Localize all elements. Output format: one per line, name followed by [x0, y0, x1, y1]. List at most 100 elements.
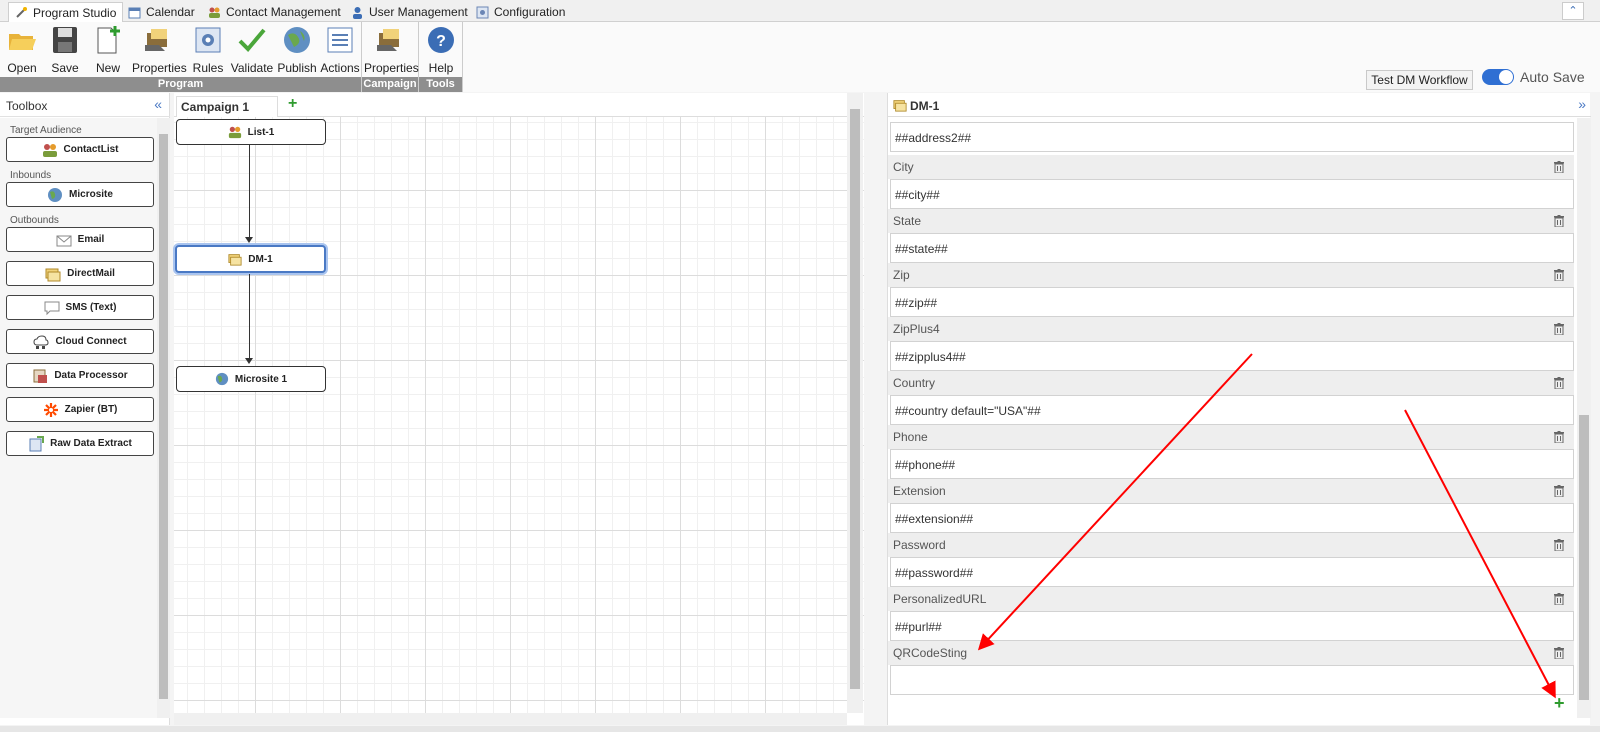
field-input-zipplus4[interactable]: ##zipplus4##	[890, 341, 1574, 371]
rules-label: Rules	[192, 61, 224, 75]
trash-icon[interactable]	[1554, 269, 1564, 281]
expand-right-icon[interactable]: »	[1578, 96, 1586, 112]
canvas-vertical-scrollbar[interactable]	[847, 93, 863, 713]
address2-field[interactable]: ##address2##	[890, 122, 1574, 152]
field-label-text: QRCodeSting	[893, 646, 968, 660]
open-button[interactable]: Open	[0, 25, 44, 75]
new-button[interactable]: New	[86, 25, 130, 75]
test-dm-workflow-button[interactable]: Test DM Workflow	[1366, 70, 1473, 90]
toolbox-item-contactlist[interactable]: ContactList	[6, 137, 154, 162]
tab-campaign-1[interactable]: Campaign 1	[176, 96, 278, 117]
tab-program-studio[interactable]: Program Studio	[8, 2, 124, 22]
item-label: SMS (Text)	[65, 302, 117, 313]
add-campaign-button[interactable]: +	[288, 95, 297, 113]
program-group-label: Program	[0, 77, 361, 92]
node-microsite-1[interactable]: Microsite 1	[176, 366, 326, 392]
field-input-password[interactable]: ##password##	[890, 557, 1574, 587]
campaign-properties-button[interactable]: Properties	[364, 25, 419, 75]
trash-icon[interactable]	[1554, 593, 1564, 605]
properties-hand-icon	[377, 29, 399, 51]
add-field-button[interactable]: +	[1554, 693, 1565, 714]
trash-icon[interactable]	[1554, 161, 1564, 173]
campaign-group: Properties Campaign	[362, 22, 419, 92]
new-label: New	[95, 61, 120, 75]
toolbox-item-cloud-connect[interactable]: Cloud Connect	[6, 329, 154, 354]
rules-button[interactable]: Rules	[186, 25, 230, 75]
user-icon	[353, 6, 362, 19]
node-list-1[interactable]: List-1	[176, 119, 326, 145]
field-input-city[interactable]: ##city##	[890, 179, 1574, 209]
toolbox-item-zapier[interactable]: Zapier (BT)	[6, 397, 154, 422]
contacts-icon	[42, 143, 57, 157]
tab-calendar[interactable]: Calendar	[122, 2, 201, 22]
field-label-city: City	[888, 155, 1574, 179]
trash-icon[interactable]	[1554, 485, 1564, 497]
field-input-zip[interactable]: ##zip##	[890, 287, 1574, 317]
auto-save-toggle[interactable]	[1482, 69, 1514, 85]
field-input-personalizedurl[interactable]: ##purl##	[890, 611, 1574, 641]
help-icon: ?	[428, 27, 454, 53]
validate-button[interactable]: Validate	[228, 25, 276, 75]
tab-contact-management[interactable]: Contact Management	[202, 2, 347, 22]
trash-icon[interactable]	[1554, 323, 1564, 335]
scrollbar-thumb[interactable]	[850, 109, 860, 689]
category-target-audience: Target Audience	[10, 125, 82, 136]
campaign-canvas: Campaign 1 + List-1 DM-1 Microsite 1	[174, 93, 864, 725]
toolbox-list: Target Audience ContactList Inbounds Mic…	[0, 118, 157, 718]
field-label-text: Password	[893, 538, 946, 552]
trash-icon[interactable]	[1554, 431, 1564, 443]
canvas-horizontal-scrollbar[interactable]	[174, 713, 847, 725]
item-label: Cloud Connect	[55, 336, 127, 347]
field-label-extension: Extension	[888, 479, 1574, 503]
field-input-extension[interactable]: ##extension##	[890, 503, 1574, 533]
rules-gear-icon	[195, 27, 221, 53]
field-input-qrcodesting[interactable]	[890, 665, 1574, 695]
floppy-disk-icon	[53, 27, 77, 53]
top-tab-bar: Program Studio Calendar Contact Manageme…	[0, 0, 1600, 22]
connector-line	[249, 145, 250, 239]
auto-save-label: Auto Save	[1520, 69, 1585, 85]
field-input-country[interactable]: ##country default="USA"##	[890, 395, 1574, 425]
toolbox-item-raw-data-extract[interactable]: Raw Data Extract	[6, 431, 154, 456]
properties-header: DM-1 »	[888, 93, 1591, 117]
field-input-phone[interactable]: ##phone##	[890, 449, 1574, 479]
toolbox-item-microsite[interactable]: Microsite	[6, 182, 154, 207]
properties-scrollbar[interactable]	[1577, 118, 1591, 718]
wand-icon	[16, 7, 27, 18]
connector-line	[249, 274, 250, 360]
item-label: Data Processor	[54, 370, 128, 381]
node-label: List-1	[247, 126, 275, 138]
program-properties-button[interactable]: Properties	[132, 25, 187, 75]
envelope-icon	[56, 235, 72, 246]
trash-icon[interactable]	[1554, 539, 1564, 551]
toolbox-scrollbar[interactable]	[157, 118, 170, 718]
calendar-icon	[128, 7, 141, 18]
toolbox-item-data-processor[interactable]: Data Processor	[6, 363, 154, 388]
trash-icon[interactable]	[1554, 215, 1564, 227]
actions-button[interactable]: Actions	[318, 25, 362, 75]
node-dm-1[interactable]: DM-1	[175, 245, 326, 273]
new-document-icon	[97, 26, 120, 54]
tools-group-label: Tools	[419, 77, 462, 92]
properties-panel: DM-1 » ##address2## City ##city## State ##s…	[887, 93, 1591, 725]
data-extract-icon	[29, 435, 45, 451]
collapse-ribbon-button[interactable]: ⌃	[1562, 2, 1584, 20]
toolbox-item-directmail[interactable]: DirectMail	[6, 261, 154, 286]
canvas-grid[interactable]: List-1 DM-1 Microsite 1	[174, 117, 864, 713]
tab-configuration[interactable]: Configuration	[470, 2, 571, 22]
publish-button[interactable]: Publish	[275, 25, 319, 75]
config-icon	[476, 6, 489, 18]
cloud-icon	[33, 334, 49, 349]
field-input-state[interactable]: ##state##	[890, 233, 1574, 263]
collapse-left-icon[interactable]: «	[154, 96, 162, 112]
scrollbar-thumb[interactable]	[1579, 415, 1589, 700]
toolbox-item-sms[interactable]: SMS (Text)	[6, 295, 154, 320]
trash-icon[interactable]	[1554, 377, 1564, 389]
tab-user-management[interactable]: User Management	[345, 2, 474, 22]
trash-icon[interactable]	[1554, 647, 1564, 659]
scrollbar-thumb[interactable]	[159, 134, 168, 699]
toolbox-item-email[interactable]: Email	[6, 227, 154, 252]
field-label-zipplus4: ZipPlus4	[888, 317, 1574, 341]
save-button[interactable]: Save	[43, 25, 87, 75]
help-button[interactable]: ? Help	[419, 25, 463, 75]
